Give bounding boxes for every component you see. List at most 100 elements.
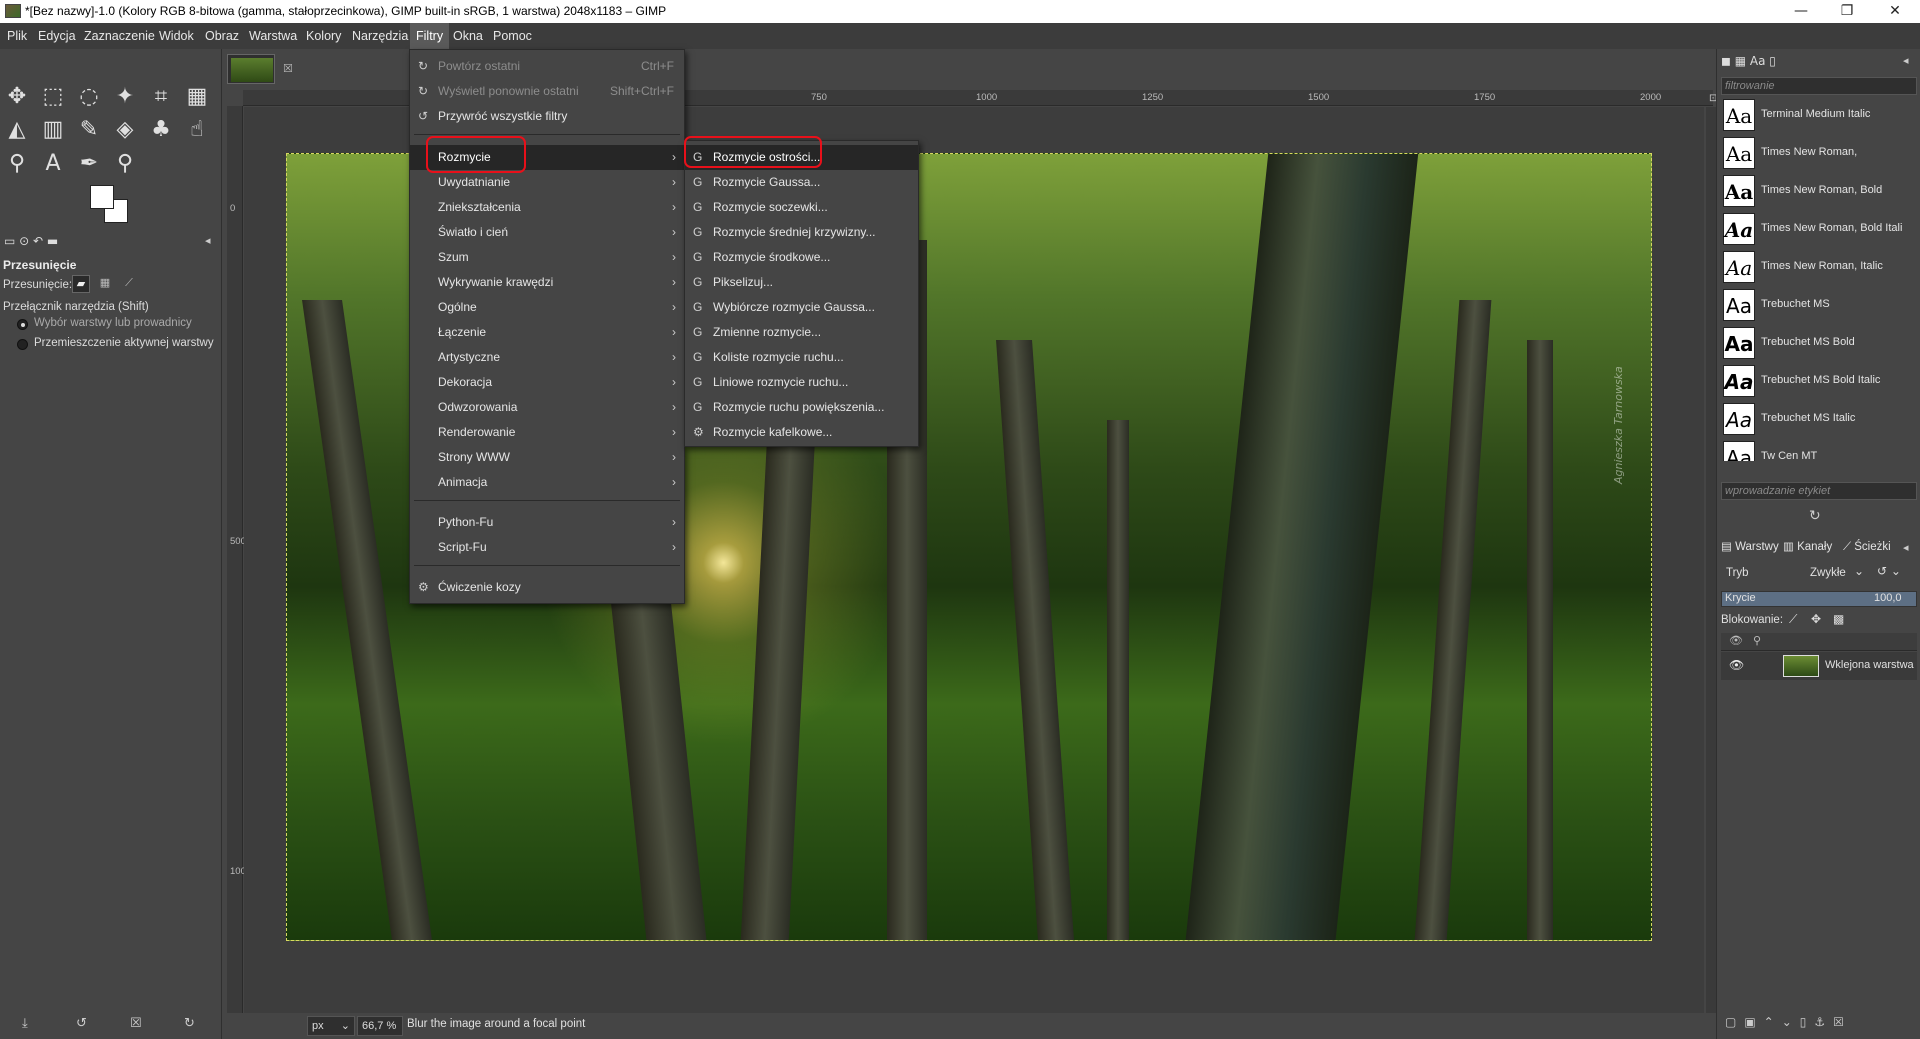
restore-options-icon[interactable]: ↺: [76, 1016, 87, 1031]
font-item[interactable]: Aa Times New Roman, Bold: [1721, 173, 1909, 211]
refresh-icon[interactable]: ↻: [1809, 508, 1821, 524]
move-tool-icon[interactable]: ✥: [2, 82, 32, 112]
tab-warstwy[interactable]: ▤ Warstwy: [1721, 537, 1779, 557]
panel-menu-icon[interactable]: ◂: [1903, 54, 1909, 67]
close-tab-icon[interactable]: ☒: [283, 62, 293, 75]
delete-options-icon[interactable]: ☒: [130, 1016, 142, 1031]
vertical-scrollbar[interactable]: [1706, 107, 1716, 1039]
vertical-ruler[interactable]: 0 500 1000: [227, 106, 251, 1038]
menu-zaznaczenie[interactable]: Zaznaczenie: [84, 23, 155, 49]
menu-item-python-fu[interactable]: Python-Fu ›: [410, 510, 684, 535]
font-item[interactable]: Aa Tw Cen MT: [1721, 439, 1909, 461]
image-tab[interactable]: [227, 54, 275, 84]
opacity-slider[interactable]: Krycie 100,0: [1721, 591, 1917, 607]
menu-item-script-fu[interactable]: Script-Fu ›: [410, 535, 684, 560]
menu-narzedzia[interactable]: Narzędzia: [352, 23, 408, 49]
font-tag-input[interactable]: wprowadzanie etykiet: [1721, 482, 1917, 500]
text-tool-icon[interactable]: A: [38, 149, 68, 179]
menu-item-pixelize[interactable]: G Pikselizuj...: [685, 270, 918, 295]
crop-icon[interactable]: ⌗: [146, 82, 176, 112]
menu-item-selective-gaussian[interactable]: G Wybiórcze rozmycie Gaussa...: [685, 295, 918, 320]
gradient-icon[interactable]: ▥: [38, 115, 68, 145]
panel-menu-icon[interactable]: ◂: [1903, 541, 1909, 554]
tab-kanaly[interactable]: ▥ Kanały: [1783, 537, 1832, 557]
lock-pixels-icon[interactable]: ⟋: [1789, 612, 1797, 627]
menu-item-generic[interactable]: Ogólne ›: [410, 295, 684, 320]
menu-item-repeat-last[interactable]: ↻ Powtórz ostatni Ctrl+F: [410, 54, 684, 79]
menu-item-web[interactable]: Strony WWW ›: [410, 445, 684, 470]
smudge-icon[interactable]: ☝: [182, 115, 212, 145]
menu-item-tileable-blur[interactable]: ⚙ Rozmycie kafelkowe...: [685, 420, 918, 445]
zoom-icon[interactable]: ⚲: [110, 149, 140, 179]
menu-item-lens-blur[interactable]: G Rozmycie soczewki...: [685, 195, 918, 220]
menu-item-map[interactable]: Odwzorowania ›: [410, 395, 684, 420]
layer-row[interactable]: 👁 Wklejona warstwa: [1721, 652, 1917, 680]
unit-select[interactable]: px ⌄: [307, 1016, 355, 1036]
lock-position-icon[interactable]: ✥: [1811, 612, 1821, 626]
close-button[interactable]: ✕: [1872, 0, 1918, 23]
paintbrush-icon[interactable]: ✎: [74, 115, 104, 145]
clone-icon[interactable]: ♣: [146, 115, 176, 145]
menu-item-linear-motion-blur[interactable]: G Liniowe rozmycie ruchu...: [685, 370, 918, 395]
font-item[interactable]: Aa Times New Roman,: [1721, 135, 1909, 173]
bucket-fill-icon[interactable]: ◭: [2, 115, 32, 145]
mode-reset-icon[interactable]: ↺ ⌄: [1877, 564, 1901, 578]
menu-edycja[interactable]: Edycja: [38, 23, 76, 49]
radio-pick-layer[interactable]: [17, 319, 28, 330]
maximize-button[interactable]: ❐: [1824, 0, 1870, 23]
paths-icon[interactable]: ⚲: [2, 149, 32, 179]
minimize-button[interactable]: —: [1778, 0, 1824, 23]
menu-item-noise[interactable]: Szum ›: [410, 245, 684, 270]
font-item[interactable]: Aa Trebuchet MS Bold: [1721, 325, 1909, 363]
lock-alpha-icon[interactable]: ▩: [1833, 612, 1844, 626]
menu-obraz[interactable]: Obraz: [205, 23, 239, 49]
rect-select-icon[interactable]: ⬚: [38, 82, 68, 112]
lasso-icon[interactable]: ◌: [74, 82, 104, 112]
menu-item-render[interactable]: Renderowanie ›: [410, 420, 684, 445]
move-path-mode-button[interactable]: ⟋: [120, 275, 138, 293]
radio-move-active[interactable]: [17, 339, 28, 350]
menu-pomoc[interactable]: Pomoc: [493, 23, 532, 49]
menu-item-enhance[interactable]: Uwydatnianie ›: [410, 170, 684, 195]
menu-item-reset-all-filters[interactable]: ↺ Przywróć wszystkie filtry: [410, 104, 684, 129]
tab-sciezki[interactable]: ⟋ Ścieżki: [1843, 537, 1891, 557]
zoom-select[interactable]: 66,7 %: [357, 1016, 403, 1036]
menu-filtry[interactable]: Filtry: [410, 23, 450, 49]
font-item[interactable]: Aa Terminal Medium Italic: [1721, 97, 1909, 135]
eye-icon[interactable]: 👁: [1729, 658, 1744, 672]
font-item[interactable]: Aa Trebuchet MS: [1721, 287, 1909, 325]
fuzzy-select-icon[interactable]: ✦: [110, 82, 140, 112]
menu-item-median-blur[interactable]: G Rozmycie środkowe...: [685, 245, 918, 270]
menu-item-distorts[interactable]: Zniekształcenia ›: [410, 195, 684, 220]
menu-item-zoom-motion-blur[interactable]: G Rozmycie ruchu powiększenia...: [685, 395, 918, 420]
menu-widok[interactable]: Widok: [159, 23, 194, 49]
reset-options-icon[interactable]: ↻: [184, 1016, 195, 1031]
save-options-icon[interactable]: ⤓: [22, 1016, 28, 1031]
menu-item-gaussian-blur[interactable]: G Rozmycie Gaussa...: [685, 170, 918, 195]
menu-item-edge-detect[interactable]: Wykrywanie krawędzi ›: [410, 270, 684, 295]
menu-item-light-shadow[interactable]: Światło i cień ›: [410, 220, 684, 245]
menu-item-combine[interactable]: Łączenie ›: [410, 320, 684, 345]
menu-item-animation[interactable]: Animacja ›: [410, 470, 684, 495]
menu-item-decor[interactable]: Dekoracja ›: [410, 370, 684, 395]
menu-item-artistic[interactable]: Artystyczne ›: [410, 345, 684, 370]
panel-menu-icon[interactable]: ◂: [205, 234, 211, 247]
font-item[interactable]: Aa Times New Roman, Italic: [1721, 249, 1909, 287]
font-item[interactable]: Aa Trebuchet MS Bold Italic: [1721, 363, 1909, 401]
foreground-color-swatch[interactable]: [90, 185, 114, 209]
eraser-icon[interactable]: ◈: [110, 115, 140, 145]
menu-item-goat-exercise[interactable]: ⚙ Ćwiczenie kozy: [410, 575, 684, 600]
tool-options-tab-icon[interactable]: ▭ ⊙ ↶ ▬: [4, 234, 58, 248]
menu-item-mean-curvature-blur[interactable]: G Rozmycie średniej krzywizny...: [685, 220, 918, 245]
menu-plik[interactable]: Plik: [7, 23, 27, 49]
font-item[interactable]: Aa Times New Roman, Bold Itali: [1721, 211, 1909, 249]
mode-select[interactable]: Zwykłe: [1810, 567, 1846, 579]
move-selection-mode-button[interactable]: ▦: [96, 275, 114, 293]
dock-tabs-icons[interactable]: ◼ ▦ Aa ▯: [1721, 54, 1776, 68]
font-filter-input[interactable]: filtrowanie: [1721, 77, 1917, 95]
color-picker-icon[interactable]: ✒: [74, 149, 104, 179]
menu-item-reshow-last[interactable]: ↻ Wyświetl ponownie ostatni Shift+Ctrl+F: [410, 79, 684, 104]
menu-item-variable-blur[interactable]: G Zmienne rozmycie...: [685, 320, 918, 345]
menu-item-circular-motion-blur[interactable]: G Koliste rozmycie ruchu...: [685, 345, 918, 370]
menu-kolory[interactable]: Kolory: [306, 23, 341, 49]
